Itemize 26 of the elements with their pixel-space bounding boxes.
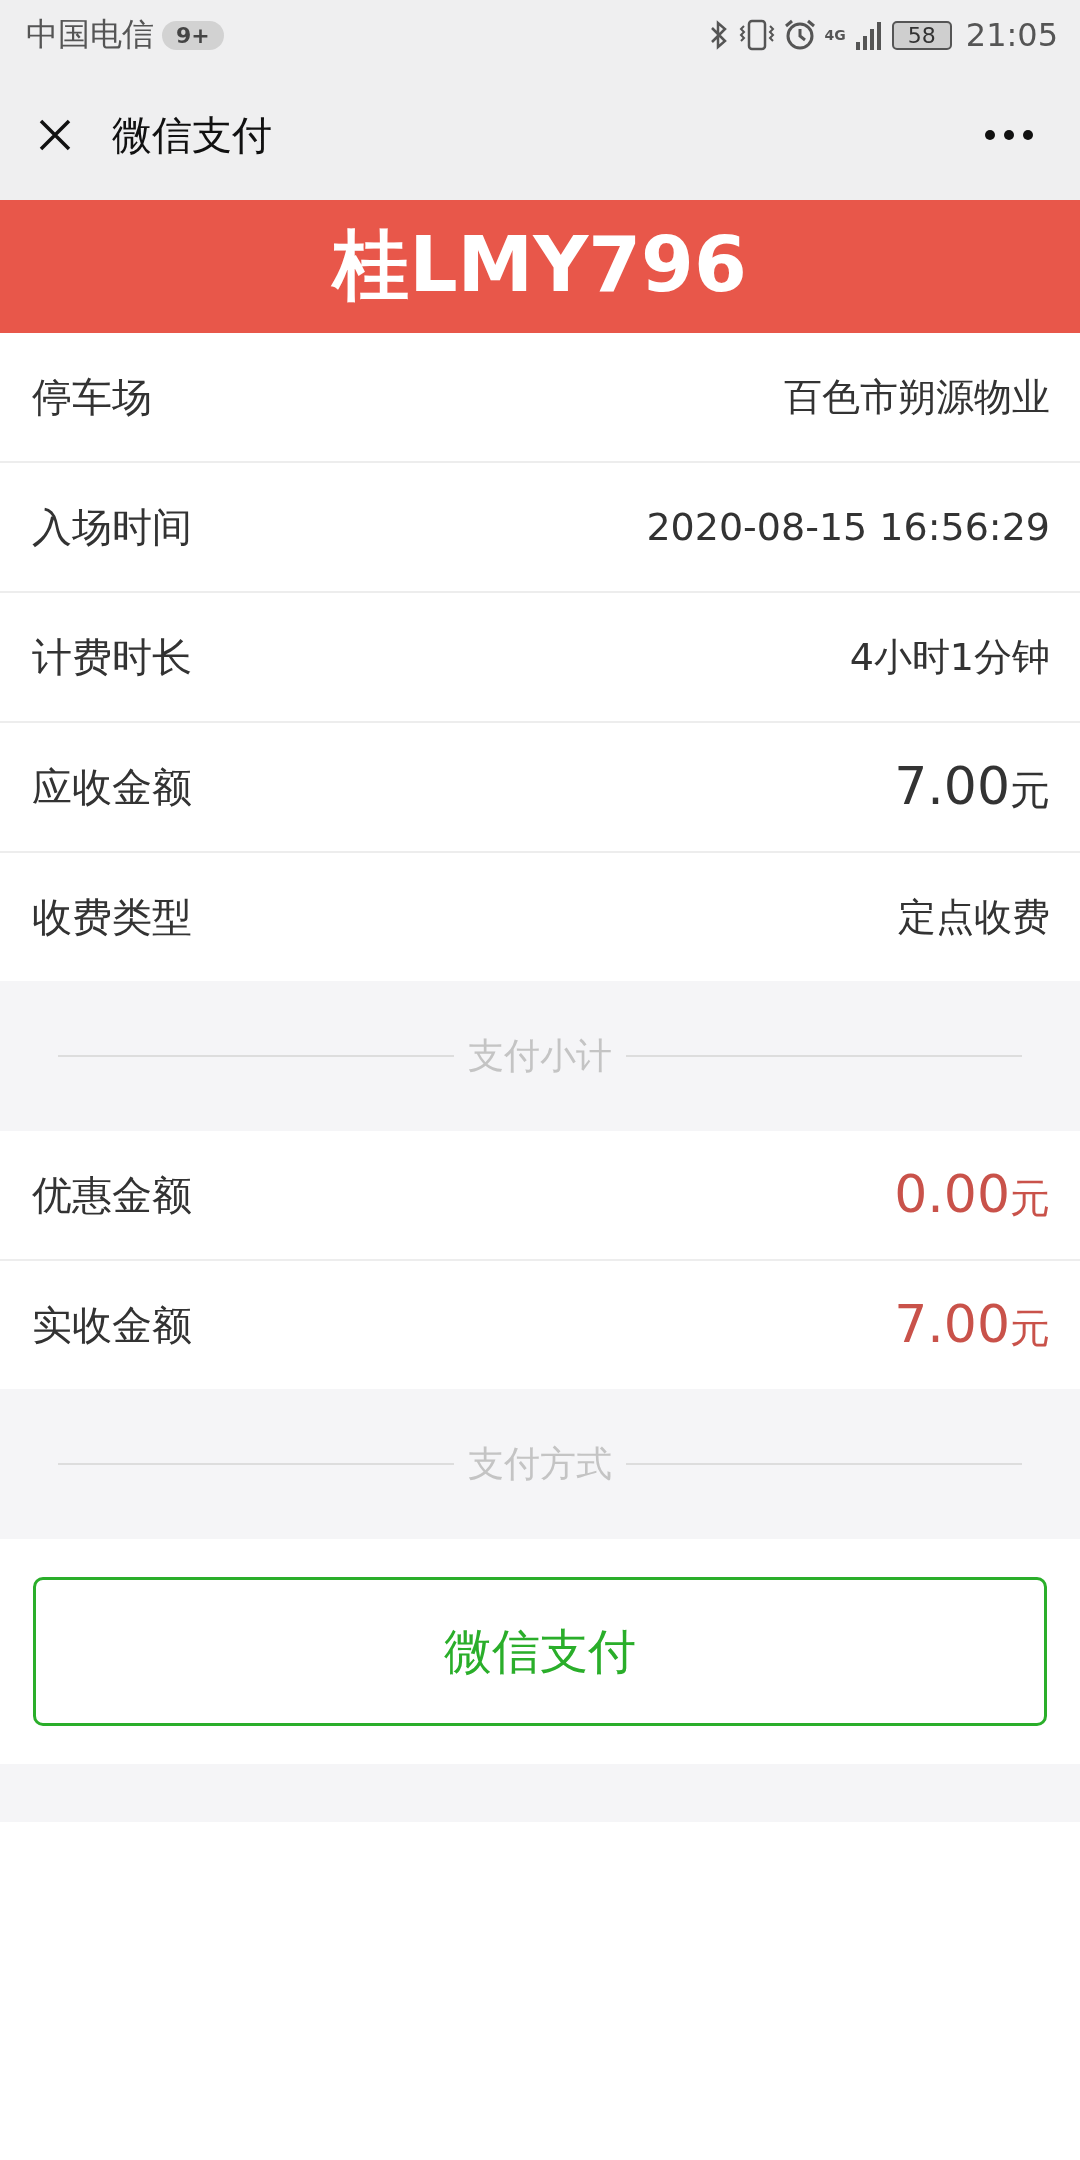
row-label: 实收金额 xyxy=(32,1300,192,1350)
row-value: 4小时1分钟 xyxy=(849,633,1050,681)
vibrate-icon xyxy=(738,18,775,52)
row-label: 收费类型 xyxy=(32,892,192,942)
battery-level: 58 xyxy=(891,20,952,50)
more-icon[interactable] xyxy=(984,129,1034,141)
row-value: 0.00元 xyxy=(894,1164,1050,1226)
row-value: 7.00元 xyxy=(894,756,1050,818)
row-value: 7.00元 xyxy=(894,1294,1050,1356)
carrier-name: 中国电信 xyxy=(26,14,154,55)
alarm-icon xyxy=(782,18,817,52)
row-label: 入场时间 xyxy=(32,502,192,552)
notification-count: 9+ xyxy=(162,20,224,50)
license-plate-banner: 桂LMY796 xyxy=(0,200,1080,333)
close-icon[interactable] xyxy=(38,118,72,152)
row-value: 百色市朔源物业 xyxy=(784,373,1050,421)
wechat-pay-button[interactable]: 微信支付 xyxy=(33,1577,1047,1726)
row-label: 计费时长 xyxy=(32,632,192,682)
row-value: 定点收费 xyxy=(898,893,1050,941)
row-label: 优惠金额 xyxy=(32,1170,192,1220)
row-label: 停车场 xyxy=(32,372,152,422)
row-label: 应收金额 xyxy=(32,762,192,812)
row-value: 2020-08-15 16:56:29 xyxy=(646,505,1050,549)
page-title: 微信支付 xyxy=(112,110,272,160)
clock-time: 21:05 xyxy=(965,16,1058,54)
network-type: 4G xyxy=(824,27,846,43)
